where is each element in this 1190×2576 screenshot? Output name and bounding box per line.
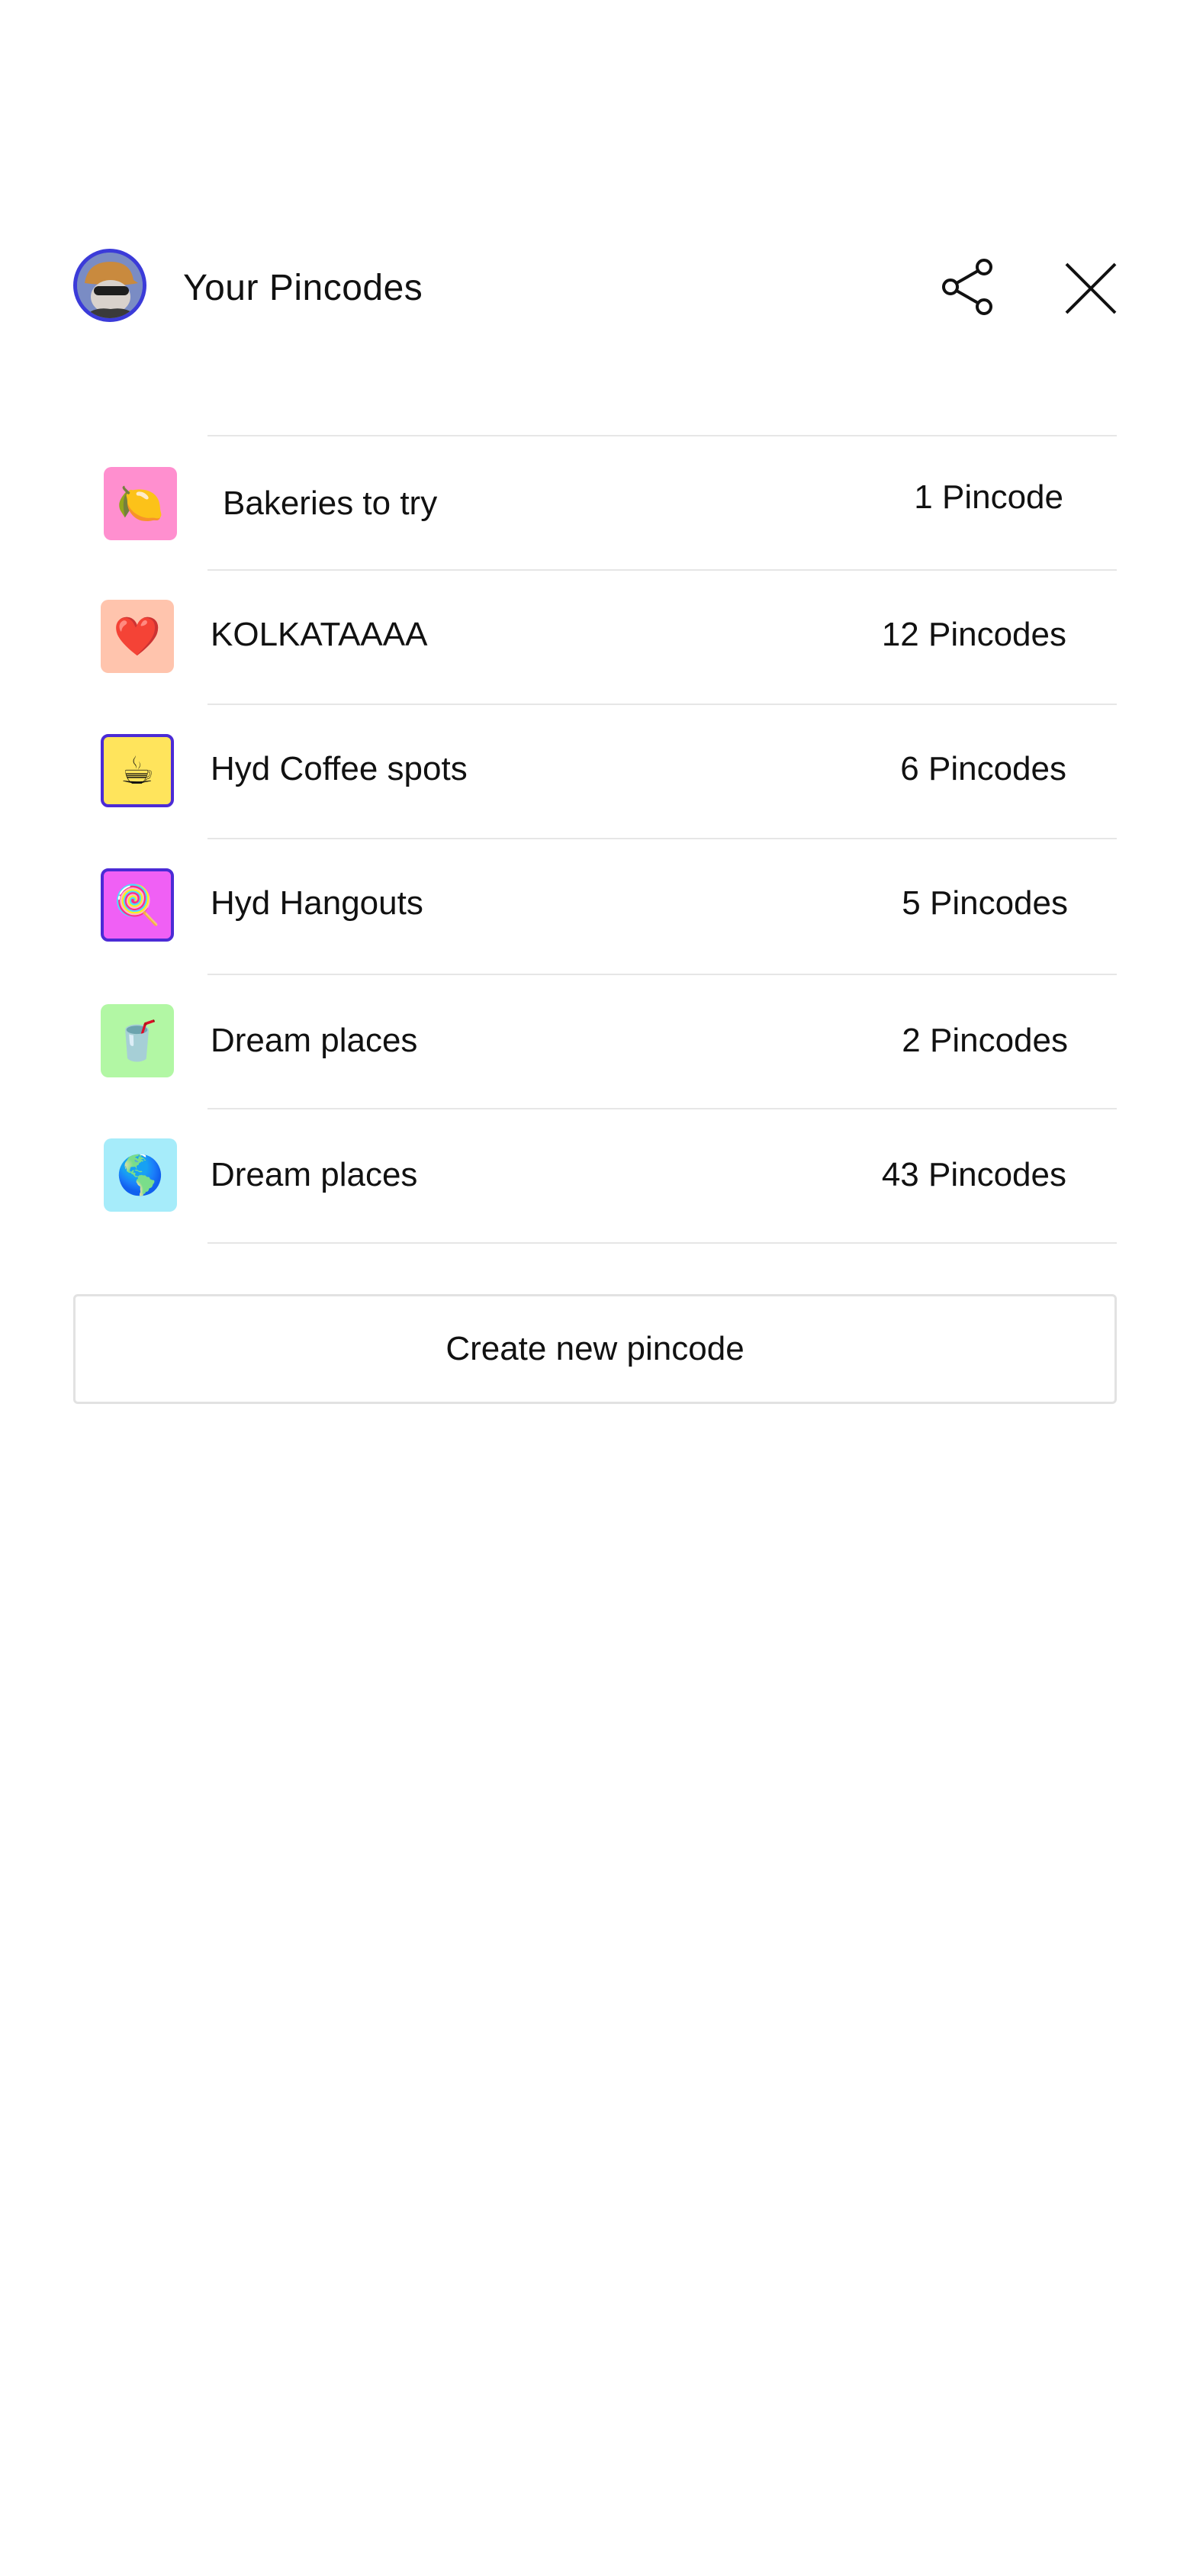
share-icon bbox=[942, 259, 992, 315]
create-new-pincode-button[interactable]: Create new pincode bbox=[73, 1294, 1117, 1404]
list-item-dream-places[interactable]: 🥤 Dream places 2 Pincodes bbox=[0, 975, 1190, 1108]
list-item-count: 43 Pincodes bbox=[881, 1156, 1066, 1193]
list-item-name: Hyd Coffee spots bbox=[211, 750, 468, 787]
list-item-count: 2 Pincodes bbox=[902, 1022, 1068, 1059]
lollipop-icon: 🍭 bbox=[101, 868, 174, 942]
heart-icon: ❤️ bbox=[101, 600, 174, 673]
header: Your Pincodes bbox=[0, 249, 1190, 328]
list-item-name: Dream places bbox=[211, 1022, 418, 1059]
list-item-count: 12 Pincodes bbox=[881, 616, 1066, 653]
list-item-name: Bakeries to try bbox=[223, 485, 438, 522]
list-item-dream-places-2[interactable]: 🌎 Dream places 43 Pincodes bbox=[0, 1109, 1190, 1242]
close-icon bbox=[1065, 262, 1117, 314]
share-button[interactable] bbox=[940, 256, 1001, 317]
avatar-image bbox=[77, 253, 143, 318]
user-avatar[interactable] bbox=[73, 249, 146, 322]
cup-with-straw-icon: 🥤 bbox=[101, 1004, 174, 1077]
globe-icon: 🌎 bbox=[104, 1138, 177, 1212]
list-item-count: 1 Pincode bbox=[914, 478, 1063, 516]
list-item-kolkataaaa[interactable]: ❤️ KOLKATAAAA 12 Pincodes bbox=[0, 571, 1190, 704]
list-item-count: 5 Pincodes bbox=[902, 884, 1068, 922]
list-item-name: Dream places bbox=[211, 1156, 418, 1193]
list-item-bakeries-to-try[interactable]: 🍋 Bakeries to try 1 Pincode bbox=[0, 436, 1190, 569]
list-item-name: KOLKATAAAA bbox=[211, 616, 428, 653]
close-button[interactable] bbox=[1062, 259, 1120, 317]
page-title: Your Pincodes bbox=[183, 268, 423, 308]
coffee-icon: ☕ bbox=[101, 734, 174, 807]
lemon-icon: 🍋 bbox=[104, 467, 177, 540]
list-item-hyd-coffee-spots[interactable]: ☕ Hyd Coffee spots 6 Pincodes bbox=[0, 705, 1190, 838]
list-divider bbox=[207, 1242, 1117, 1244]
list-item-count: 6 Pincodes bbox=[900, 750, 1066, 787]
list-item-name: Hyd Hangouts bbox=[211, 884, 423, 922]
list-item-hyd-hangouts[interactable]: 🍭 Hyd Hangouts 5 Pincodes bbox=[0, 839, 1190, 972]
